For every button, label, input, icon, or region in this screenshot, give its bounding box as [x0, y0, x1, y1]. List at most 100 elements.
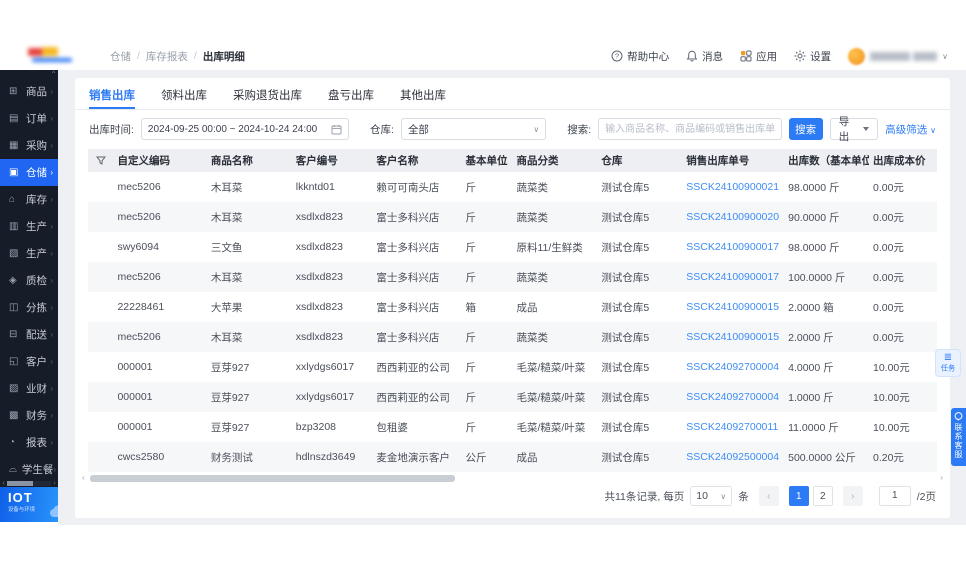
table-cell: xsdlxd823: [295, 301, 344, 313]
outbound-order-link[interactable]: SSCK24092700011: [682, 412, 784, 442]
sidebar-item-11[interactable]: ◱ 客户 ›: [0, 348, 58, 375]
outbound-order-link[interactable]: SSCK24092700004: [682, 352, 784, 382]
export-button[interactable]: 导出: [829, 116, 879, 143]
table-cell: 测试仓库5: [601, 241, 650, 254]
scrollbar-thumb[interactable]: [90, 475, 456, 482]
outbound-order-link[interactable]: SSCK24092700004: [682, 382, 784, 412]
table-cell: xsdlxd823: [295, 241, 344, 253]
table-cell: 0.00元: [873, 271, 904, 284]
chevron-right-icon: ›: [50, 303, 53, 312]
tab-5[interactable]: 其他出库: [400, 87, 446, 109]
page-button-1[interactable]: 1: [788, 486, 809, 506]
chevron-right-icon: ›: [50, 357, 53, 366]
chevron-down-icon: ∨: [942, 51, 948, 61]
scrollbar-thumb[interactable]: [7, 481, 34, 486]
scroll-right-icon[interactable]: ›: [51, 480, 58, 487]
outbound-tabs: 销售出库 领料出库 采购退货出库 盘亏出库 其他出库: [75, 78, 950, 110]
outbound-order-link[interactable]: SSCK24092500004: [682, 442, 784, 472]
sidebar-item-5[interactable]: ⌂ 库存 ›: [0, 186, 58, 213]
column-filter-icon[interactable]: [95, 156, 106, 166]
column-header-1: 自定义编码: [113, 149, 207, 172]
sidebar-item-4[interactable]: ▣ 仓储 ›: [0, 159, 58, 186]
sidebar-item-2[interactable]: ▤ 订单 ›: [0, 105, 58, 132]
help-center-button[interactable]: ? 帮助中心: [611, 49, 669, 64]
search-button[interactable]: 搜索: [788, 118, 823, 140]
sidebar-item-8[interactable]: ◈ 质检 ›: [0, 267, 58, 294]
chevron-right-icon: ›: [50, 249, 53, 258]
breadcrumb: 仓储 / 库存报表 / 出库明细: [110, 49, 245, 64]
sidebar-item-13[interactable]: ▩ 财务 ›: [0, 402, 58, 429]
apps-button[interactable]: 应用: [740, 49, 777, 64]
layers-icon: ≣: [943, 352, 953, 363]
table-cell: 测试仓库5: [601, 181, 650, 194]
sidebar-item-9[interactable]: ◫ 分拣 ›: [0, 294, 58, 321]
advanced-filter-toggle[interactable]: 高级筛选 ∨: [885, 122, 936, 137]
table-cell: 斤: [465, 181, 477, 194]
table-cell: 斤: [465, 241, 477, 254]
chevron-right-icon: ›: [50, 330, 53, 339]
tab-1[interactable]: 销售出库: [89, 87, 135, 109]
production-icon: ▥: [9, 220, 19, 232]
table-horizontal-scrollbar[interactable]: ‹ ›: [82, 473, 943, 483]
tab-2[interactable]: 领料出库: [161, 87, 207, 109]
table-cell: 000001: [117, 421, 153, 433]
meal-icon: ⌓: [9, 463, 17, 475]
sidebar-item-10[interactable]: ⊟ 配送 ›: [0, 321, 58, 348]
contact-support-button[interactable]: 联系客服: [951, 408, 966, 466]
page-size-select[interactable]: 10 ∨: [690, 486, 733, 506]
page-button-2[interactable]: 2: [812, 486, 833, 506]
tab-4[interactable]: 盘亏出库: [328, 87, 374, 109]
delivery-icon: ⊟: [9, 328, 18, 340]
sidebar-item-14[interactable]: ◔ 报表 ›: [0, 429, 58, 456]
scroll-left-icon[interactable]: ‹: [0, 480, 7, 487]
sidebar-item-1[interactable]: ⊞ 商品 ›: [0, 78, 58, 105]
page-jump-input[interactable]: 1: [878, 486, 911, 506]
table-cell: 0.00元: [873, 211, 904, 224]
chevron-right-icon: ›: [50, 411, 53, 420]
outbound-order-link[interactable]: SSCK24100900021: [682, 172, 784, 202]
search-label: 搜索:: [567, 123, 592, 136]
sidebar-horizontal-scrollbar[interactable]: ‹ ›: [0, 480, 58, 487]
sidebar-item-12[interactable]: ▨ 业财 ›: [0, 375, 58, 402]
settings-button[interactable]: 设置: [794, 49, 831, 64]
column-header-10: 出库成本价: [869, 149, 937, 172]
sidebar-item-7[interactable]: ▧ 生产 ›: [0, 240, 58, 267]
table-cell: 木耳菜: [210, 271, 243, 284]
breadcrumb-outbound-detail: 出库明细: [202, 50, 245, 63]
table-cell: 富士多科兴店: [376, 241, 440, 254]
table-cell: 木耳菜: [210, 331, 243, 344]
outbound-order-link[interactable]: SSCK24100900017: [682, 232, 784, 262]
task-widget[interactable]: ≣ 任务: [935, 349, 961, 377]
outbound-detail-card: 销售出库 领料出库 采购退货出库 盘亏出库 其他出库 出库时间: 2024-09-25 …: [75, 78, 950, 518]
warehouse-select[interactable]: 全部 ∨: [400, 118, 547, 140]
sidebar-item-6[interactable]: ▥ 生产 ›: [0, 213, 58, 240]
next-page-button[interactable]: ›: [842, 486, 863, 506]
app-logo[interactable]: [28, 46, 78, 66]
column-header-9: 出库数（基本单位）: [784, 149, 869, 172]
search-input[interactable]: [598, 118, 782, 140]
outbound-order-link[interactable]: SSCK24100900020: [682, 202, 784, 232]
breadcrumb-inventory-report[interactable]: 库存报表: [146, 49, 188, 64]
sidebar-item-3[interactable]: ▦ 采购 ›: [0, 132, 58, 159]
sidebar: ⌃ ⊞ 商品 › ▤ 订单 › ▦ 采购 › ▣ 仓储 › ⌂ 库存 › ▥ 生产 › ▧ 生产 › ◈ 质检 › ◫ 分拣 › ⊟ 配…: [0, 70, 58, 487]
apps-grid-icon: [740, 50, 752, 62]
user-account-menu[interactable]: ∨: [848, 47, 948, 65]
chat-icon: [954, 412, 963, 421]
sidebar-item-15[interactable]: ⌓ 学生餐 ›: [0, 456, 58, 483]
date-range-picker[interactable]: 2024-09-25 00:00 ~ 2024-10-24 24:00: [140, 118, 350, 140]
breadcrumb-warehouse[interactable]: 仓储: [110, 49, 131, 64]
pagination-total-text: 共11条记录, 每页: [604, 490, 685, 503]
outbound-order-link[interactable]: SSCK24100900017: [682, 262, 784, 292]
table-cell: 斤: [465, 391, 477, 404]
gear-icon: [794, 50, 806, 62]
scroll-right-icon[interactable]: ›: [940, 473, 943, 482]
table-cell: 豆芽927: [210, 361, 250, 374]
chevron-right-icon: ›: [50, 87, 53, 96]
prev-page-button[interactable]: ‹: [758, 486, 779, 506]
outbound-order-link[interactable]: SSCK24100900015: [682, 322, 784, 352]
scroll-left-icon[interactable]: ‹: [82, 473, 85, 482]
chevron-right-icon: ›: [50, 276, 53, 285]
tab-3[interactable]: 采购退货出库: [233, 87, 302, 109]
outbound-order-link[interactable]: SSCK24100900015: [682, 292, 784, 322]
messages-button[interactable]: 消息: [686, 49, 723, 64]
